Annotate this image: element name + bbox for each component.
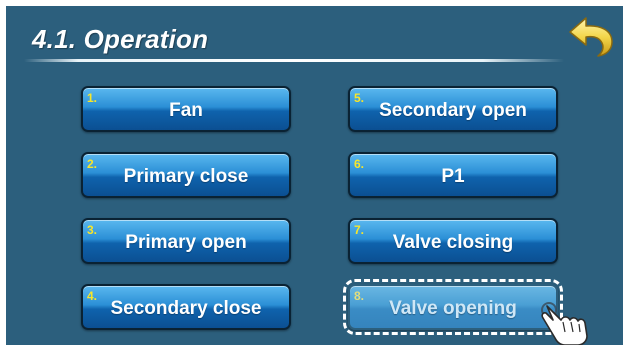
button-number: 5. [354,91,365,105]
title-divider [24,59,564,62]
back-button[interactable] [566,14,618,58]
button-number: 3. [87,223,98,237]
page-title: 4.1. Operation [32,24,209,54]
button-label: Fan [169,100,203,121]
button-number: 6. [354,157,365,171]
button-number: 4. [87,289,98,303]
valve-closing-button[interactable]: 7. Valve closing [348,218,558,264]
secondary-close-button[interactable]: 4. Secondary close [81,284,291,330]
back-arrow-icon [569,17,613,57]
button-label: P1 [441,166,465,187]
button-number: 2. [87,157,98,171]
button-label: Secondary open [379,100,527,121]
button-label: Primary close [123,166,249,187]
button-number: 8. [354,289,365,303]
primary-close-button[interactable]: 2. Primary close [81,152,291,198]
button-label: Primary open [125,232,247,253]
button-number: 1. [87,91,98,105]
button-label: Secondary close [110,298,262,319]
p1-button[interactable]: 6. P1 [348,152,558,198]
fan-button[interactable]: 1. Fan [81,86,291,132]
button-label: Valve opening [389,298,517,319]
button-number: 7. [354,223,365,237]
valve-opening-button[interactable]: 8. Valve opening [343,279,563,335]
secondary-open-button[interactable]: 5. Secondary open [348,86,558,132]
button-label: Valve closing [392,232,514,253]
operation-screen: 4.1. Operation 1. Fan 2. Primary close 3… [6,6,623,345]
hand-pointer-icon [535,290,595,346]
primary-open-button[interactable]: 3. Primary open [81,218,291,264]
